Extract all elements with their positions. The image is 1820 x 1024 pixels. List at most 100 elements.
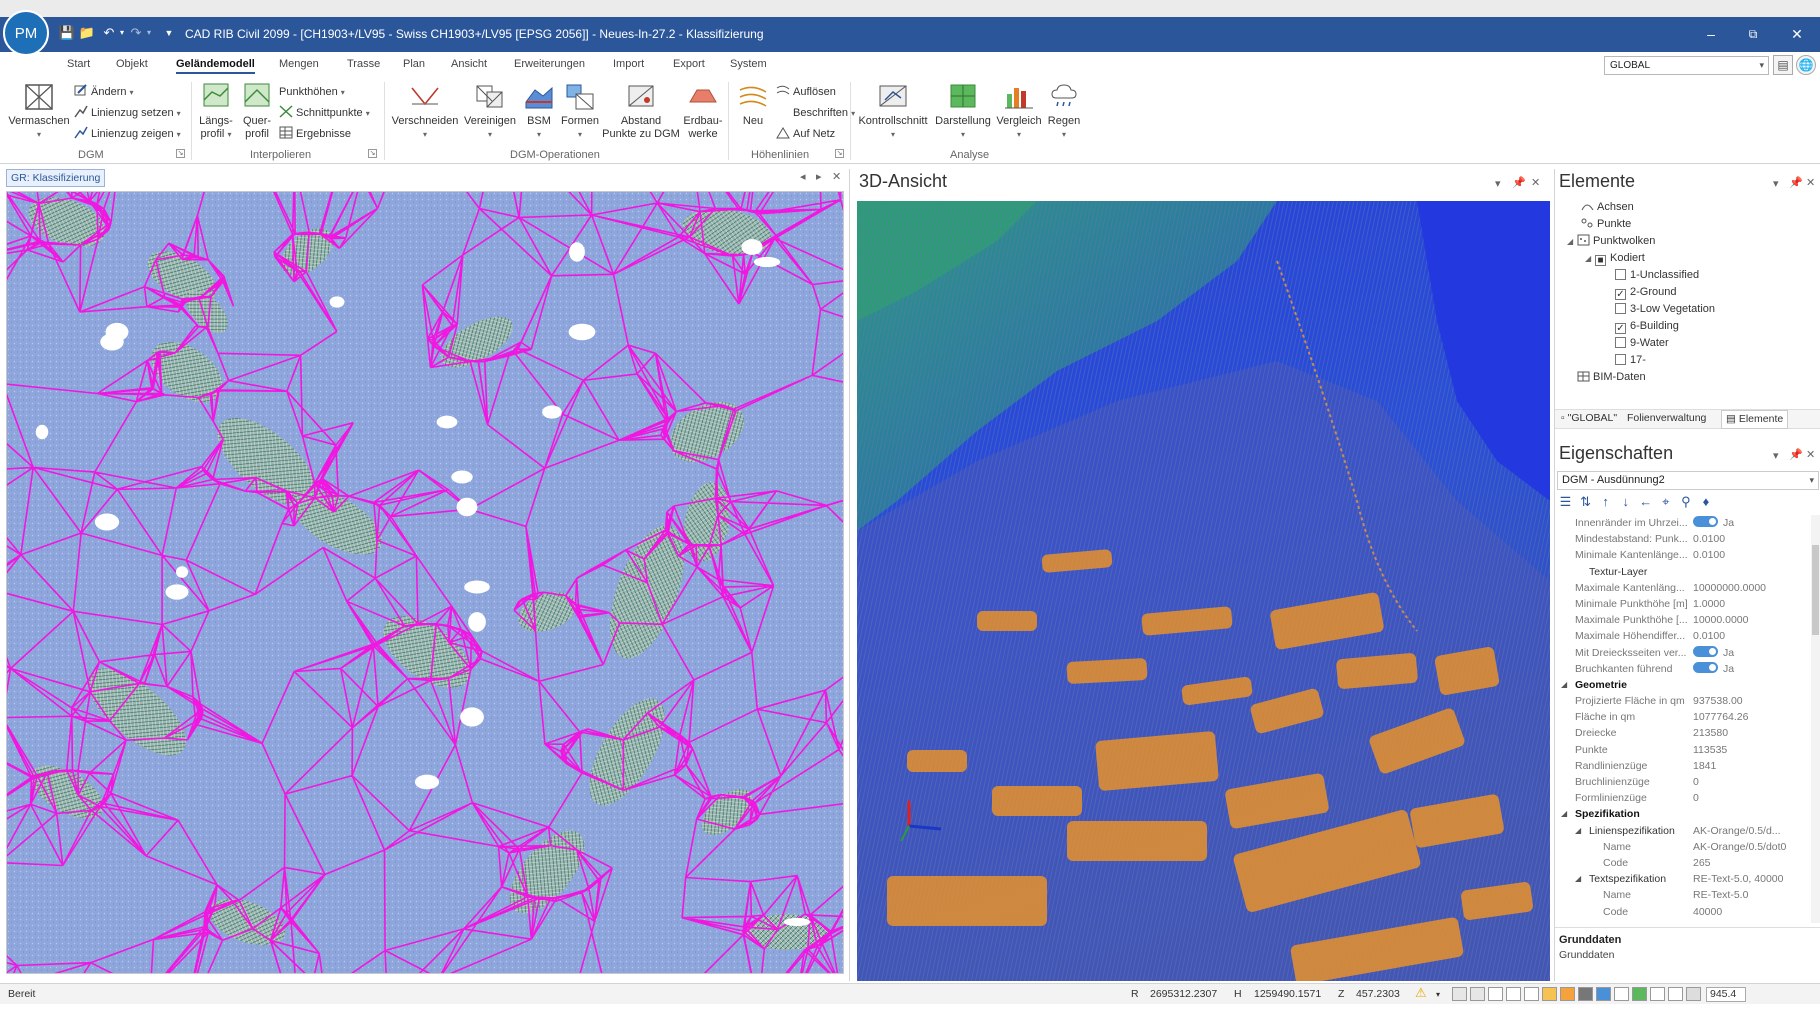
- sort-alpha-icon[interactable]: ⇅: [1577, 493, 1594, 510]
- property-value[interactable]: Ja: [1693, 515, 1734, 531]
- aufloesen-button[interactable]: Auflösen: [776, 84, 836, 101]
- expand-triangle-icon[interactable]: ◢: [1575, 823, 1581, 839]
- expand-triangle-icon[interactable]: ◢: [1585, 251, 1595, 267]
- property-row[interactable]: Innenränder im Uhrzei... Ja: [1557, 515, 1809, 531]
- ergebnisse-button[interactable]: Ergebnisse: [279, 126, 351, 143]
- property-value[interactable]: 0.0100: [1693, 547, 1725, 563]
- property-value[interactable]: 10000000.0000: [1693, 580, 1766, 596]
- unclassified-checkbox[interactable]: [1615, 269, 1626, 280]
- quick-access-customize-icon[interactable]: ▼: [160, 24, 178, 42]
- hoehenlinien-neu-button[interactable]: Neu: [733, 82, 773, 128]
- scrollbar-thumb[interactable]: [1812, 545, 1819, 635]
- tree-item-punktwolken[interactable]: ◢ Punktwolken: [1567, 233, 1655, 249]
- layer-scope-select[interactable]: GLOBAL ▾: [1604, 56, 1769, 75]
- object-select[interactable]: DGM - Ausdünnung2 ▾: [1557, 471, 1819, 490]
- chevron-left-icon[interactable]: ◂: [800, 170, 806, 183]
- tab-folienverwaltung[interactable]: Folienverwaltung: [1627, 412, 1706, 424]
- expand-triangle-icon[interactable]: ◢: [1567, 234, 1577, 250]
- vereinigen-button[interactable]: Vereinigen ▾: [462, 82, 518, 141]
- linienzug-setzen-button[interactable]: Linienzug setzen ▾: [74, 105, 181, 122]
- linienzug-zeigen-button[interactable]: Linienzug zeigen ▾: [74, 126, 181, 143]
- property-value[interactable]: 1841: [1693, 758, 1716, 774]
- tree-item-achsen[interactable]: Achsen: [1581, 199, 1634, 215]
- formen-button[interactable]: Formen ▾: [559, 82, 601, 141]
- print-preview-icon[interactable]: [1668, 987, 1683, 1001]
- pane-options-dropdown-icon[interactable]: ▾: [1773, 177, 1779, 190]
- expand-triangle-icon[interactable]: ◢: [1575, 871, 1581, 887]
- open-folder-icon[interactable]: 📁: [78, 24, 96, 42]
- property-value[interactable]: 1077764.26: [1693, 709, 1748, 725]
- tree-item-kodiert[interactable]: ◢ ■ Kodiert: [1585, 250, 1645, 266]
- property-value[interactable]: 10000.0000: [1693, 612, 1748, 628]
- expand-triangle-icon[interactable]: ◢: [1561, 677, 1567, 693]
- tab-mengen[interactable]: Mengen: [279, 58, 319, 70]
- close-button[interactable]: ✕: [1774, 17, 1820, 52]
- snap-grid-icon[interactable]: [1452, 987, 1467, 1001]
- property-row[interactable]: Maximale Kantenläng... 10000000.0000: [1557, 580, 1809, 596]
- property-value[interactable]: 0.0100: [1693, 628, 1725, 644]
- property-category[interactable]: ◢ Ansicht: [1557, 920, 1809, 923]
- low-vegetation-checkbox[interactable]: [1615, 303, 1626, 314]
- darstellung-button[interactable]: Darstellung ▾: [932, 82, 994, 141]
- layer-manager-icon[interactable]: ▤: [1773, 55, 1793, 75]
- class-17-checkbox[interactable]: [1615, 354, 1626, 365]
- property-row[interactable]: ◢ Textspezifikation RE-Text-5.0, 40000: [1557, 871, 1809, 887]
- close-icon[interactable]: ✕: [1531, 176, 1540, 189]
- property-row[interactable]: ◢ Linienspezifikation AK-Orange/0.5/d...: [1557, 823, 1809, 839]
- expand-triangle-icon[interactable]: ◢: [1561, 920, 1567, 924]
- property-value[interactable]: 0.0100: [1693, 531, 1725, 547]
- property-row[interactable]: Bruchkanten führend Ja: [1557, 661, 1809, 677]
- toggle-switch[interactable]: [1693, 645, 1718, 657]
- property-value[interactable]: 113535: [1693, 742, 1727, 758]
- save-icon[interactable]: 💾: [58, 24, 76, 42]
- tab-system[interactable]: System: [730, 58, 767, 70]
- kodiert-partial-checkbox[interactable]: ■: [1595, 255, 1606, 266]
- property-row[interactable]: Punkte 113535: [1557, 742, 1809, 758]
- hoehenlinien-launcher-icon[interactable]: ↘: [835, 149, 844, 158]
- dgm-launcher-icon[interactable]: ↘: [176, 149, 185, 158]
- user-avatar[interactable]: PM: [3, 10, 49, 56]
- tab-objekt[interactable]: Objekt: [116, 58, 148, 70]
- vergleich-button[interactable]: Vergleich ▾: [995, 82, 1043, 141]
- ortho-icon[interactable]: [1632, 987, 1647, 1001]
- tree-item-2-ground[interactable]: ✓ 2-Ground: [1615, 284, 1676, 300]
- document-tab-klassifizierung[interactable]: GR: Klassifizierung: [6, 169, 106, 187]
- tab-import[interactable]: Import: [613, 58, 644, 70]
- tab-plan[interactable]: Plan: [403, 58, 425, 70]
- pane-options-dropdown-icon[interactable]: ▾: [1773, 449, 1779, 462]
- tree-item-6-building[interactable]: ✓ 6-Building: [1615, 318, 1679, 334]
- interpolieren-launcher-icon[interactable]: ↘: [368, 149, 377, 158]
- property-value[interactable]: AK-Orange/0.5/dot0: [1693, 839, 1786, 855]
- tree-item-punkte[interactable]: Punkte: [1581, 216, 1631, 232]
- tab-erweiterungen[interactable]: Erweiterungen: [514, 58, 585, 70]
- property-row[interactable]: Minimale Punkthöhe [m] 1.0000: [1557, 596, 1809, 612]
- property-row[interactable]: Code 265: [1557, 855, 1809, 871]
- property-row[interactable]: Mindestabstand: Punk... 0.0100: [1557, 531, 1809, 547]
- punkthoehen-button[interactable]: Punkthöhen ▾: [279, 84, 345, 101]
- property-row[interactable]: Code 40000: [1557, 904, 1809, 920]
- pane-options-dropdown-icon[interactable]: ▾: [1495, 177, 1501, 190]
- zoom-value[interactable]: 945.4: [1706, 987, 1746, 1002]
- target-icon[interactable]: ⌖: [1657, 493, 1674, 510]
- abstand-punkte-zu-dgm-button[interactable]: Abstand Punkte zu DGM: [602, 82, 680, 141]
- tab-export[interactable]: Export: [673, 58, 705, 70]
- property-row[interactable]: Textur-Layer: [1557, 564, 1809, 580]
- property-row[interactable]: Fläche in qm 1077764.26: [1557, 709, 1809, 725]
- redo-dropdown-icon[interactable]: ▾: [140, 24, 158, 42]
- property-value[interactable]: 0: [1693, 790, 1699, 806]
- tree-item-3-low-vegetation[interactable]: 3-Low Vegetation: [1615, 301, 1715, 317]
- restore-button[interactable]: ⧉: [1730, 17, 1776, 52]
- minimize-button[interactable]: –: [1688, 17, 1734, 52]
- snap-midpoint-icon[interactable]: [1488, 987, 1503, 1001]
- property-row[interactable]: Maximale Höhendiffer... 0.0100: [1557, 628, 1809, 644]
- property-value[interactable]: 937538.00: [1693, 693, 1743, 709]
- tree-item-1-unclassified[interactable]: 1-Unclassified: [1615, 267, 1699, 283]
- property-category[interactable]: ◢ Spezifikation: [1557, 806, 1809, 822]
- close-icon[interactable]: ✕: [832, 170, 841, 183]
- polar-icon[interactable]: [1596, 987, 1611, 1001]
- arrow-left-icon[interactable]: ←: [1637, 493, 1654, 510]
- grid-icon[interactable]: [1650, 987, 1665, 1001]
- triangulation-canvas[interactable]: [6, 191, 844, 974]
- property-row[interactable]: Randlinienzüge 1841: [1557, 758, 1809, 774]
- property-scrollbar[interactable]: [1811, 515, 1820, 923]
